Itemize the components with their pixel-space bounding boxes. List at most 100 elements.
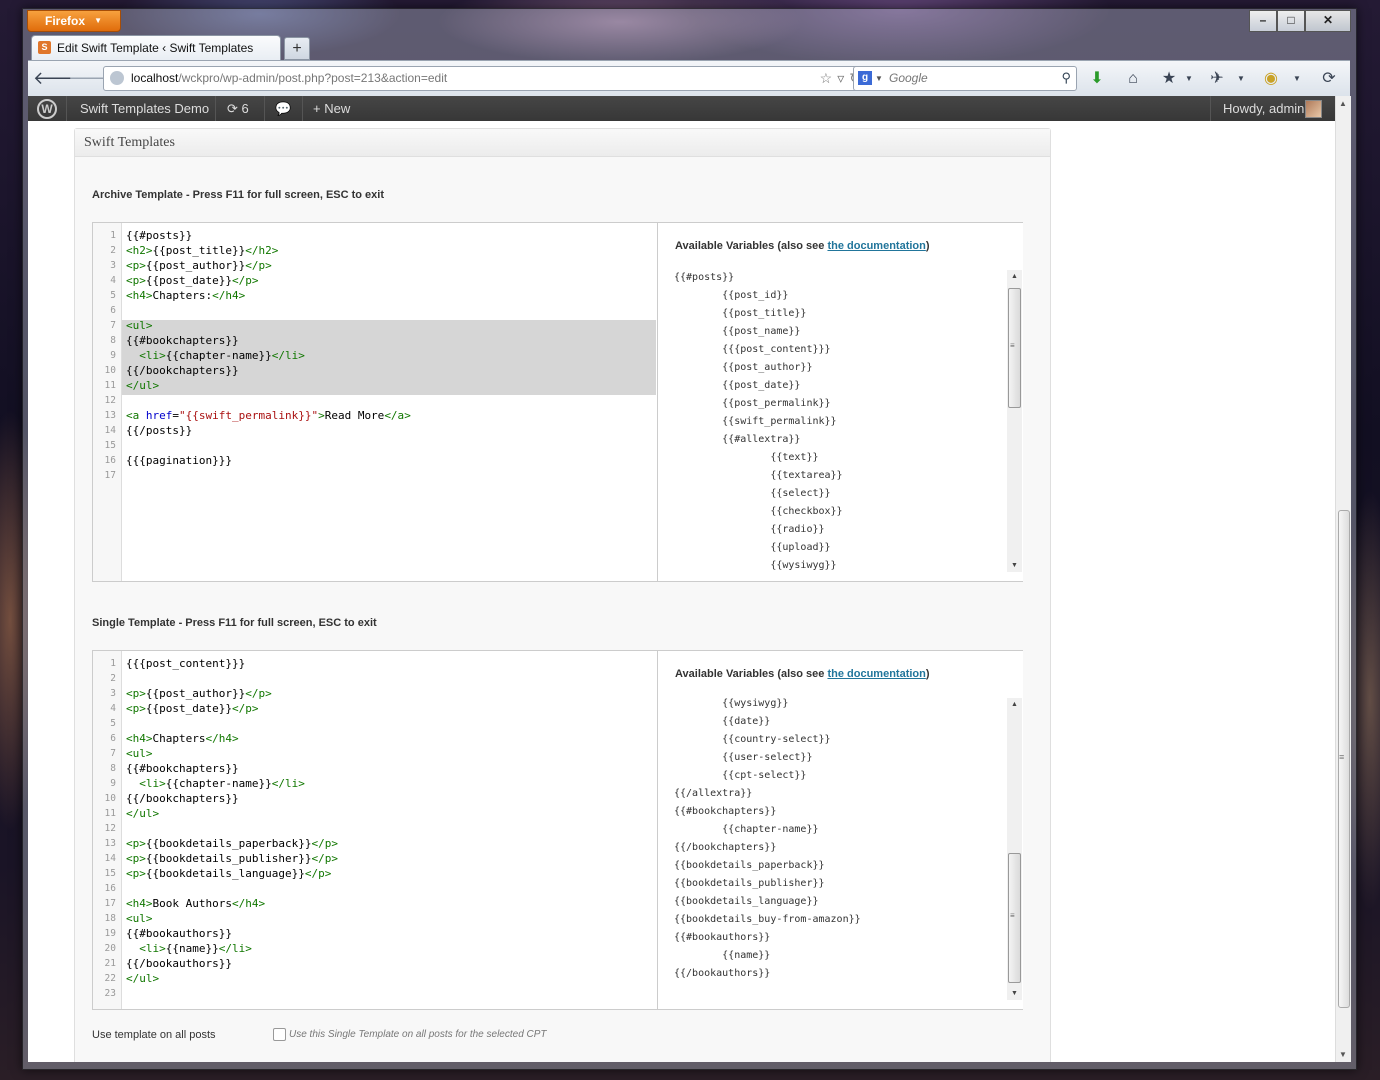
engine-dropdown-icon[interactable]: ▼ [875, 67, 883, 90]
code-line[interactable]: </ul> [126, 972, 159, 985]
page-scrollbar[interactable]: ▲ ≡ ▼ [1335, 96, 1351, 1062]
page-content: Swift Templates Archive Template - Press… [28, 121, 1335, 1062]
documentation-link[interactable]: the documentation [827, 240, 925, 252]
bookmark-star-icon[interactable]: ☆ [820, 70, 838, 86]
code-line[interactable]: {{/bookchapters}} [126, 792, 239, 805]
scroll-up-icon[interactable]: ▲ [1011, 701, 1018, 708]
variable-item: {{post_permalink}} [674, 398, 831, 409]
variable-item: {{#bookchapters}} [674, 806, 777, 817]
line-number: 15 [104, 868, 116, 879]
line-number: 4 [110, 703, 116, 714]
use-on-all-posts-checkbox[interactable] [273, 1028, 286, 1041]
line-number: 7 [110, 748, 116, 759]
close-window-button[interactable]: ✕ [1305, 10, 1351, 32]
code-line[interactable]: <p>{{bookdetails_language}}</p> [126, 867, 331, 880]
url-bar[interactable]: localhost/wckpro/wp-admin/post.php?post=… [103, 66, 873, 91]
metabox-title[interactable]: Swift Templates [75, 129, 1050, 157]
code-line[interactable]: <p>{{bookdetails_paperback}}</p> [126, 837, 338, 850]
variable-item: {{post_title}} [674, 308, 807, 319]
line-number: 2 [110, 245, 116, 256]
code-line[interactable]: <li>{{name}}</li> [126, 942, 252, 955]
code-line[interactable]: <h4>Chapters:</h4> [126, 289, 245, 302]
addon-dropdown-icon[interactable]: ▼ [1230, 69, 1252, 89]
new-tab-button[interactable]: + [284, 37, 310, 60]
code-line[interactable]: <ul> [126, 912, 153, 925]
firefox-menu-button[interactable]: Firefox ▼ [27, 10, 121, 32]
avatar[interactable] [1305, 100, 1322, 118]
search-icon[interactable]: ⚲ [1061, 67, 1071, 89]
bookmarks-dropdown-icon[interactable]: ▼ [1178, 69, 1200, 89]
code-line[interactable]: {{#bookchapters}} [126, 334, 239, 347]
documentation-link[interactable]: the documentation [827, 668, 925, 680]
use-on-all-posts-description: Use this Single Template on all posts fo… [289, 1029, 547, 1040]
line-number: 16 [104, 455, 116, 466]
line-number: 6 [110, 733, 116, 744]
comments-icon[interactable]: 💬 [275, 96, 291, 121]
bookmarks-icon[interactable]: ★ [1158, 69, 1180, 89]
code-line[interactable]: {{#posts}} [126, 229, 192, 242]
forward-icon[interactable]: 🡒 [68, 67, 116, 89]
grip-icon: ≡ [1339, 752, 1345, 762]
code-line[interactable]: <p>{{post_date}}</p> [126, 702, 258, 715]
tab-edit-swift-template[interactable]: S Edit Swift Template ‹ Swift Templates … [31, 35, 281, 61]
back-icon[interactable]: 🡐 [33, 67, 81, 89]
code-line[interactable]: {{{post_content}}} [126, 657, 245, 670]
new-content-link[interactable]: + New [313, 96, 350, 121]
code-line[interactable]: <a href="{{swift_permalink}}">Read More<… [126, 409, 411, 422]
code-line[interactable]: <ul> [126, 747, 153, 760]
addon-icon[interactable]: ✈ [1206, 69, 1228, 89]
variables-scrollbar[interactable]: ▲ ≡ ▼ [1007, 270, 1022, 572]
maximize-button[interactable]: □ [1277, 10, 1305, 32]
code-line[interactable]: {{{pagination}}} [126, 454, 232, 467]
scroll-down-icon[interactable]: ▼ [1011, 990, 1018, 997]
search-box[interactable]: g ▼ Google ⚲ [853, 66, 1077, 91]
archive-template-editor[interactable]: 1 2 3 4 5 6 7 8 9 10 11 12 13 14 15 16 17 {{#posts}} <h2>… [92, 222, 1023, 582]
site-identity-icon[interactable] [110, 71, 124, 85]
updates-link[interactable]: ⟳ 6 [227, 96, 249, 121]
extension-dropdown-icon[interactable]: ▼ [1286, 69, 1308, 89]
code-line[interactable]: <ul> [126, 319, 153, 332]
line-number: 17 [104, 898, 116, 909]
code-line[interactable]: <p>{{post_date}}</p> [126, 274, 258, 287]
scroll-down-icon[interactable]: ▼ [1339, 1050, 1347, 1059]
minimize-button[interactable]: – [1249, 10, 1277, 32]
code-line[interactable]: {{/posts}} [126, 424, 192, 437]
code-line[interactable]: <h4>Book Authors</h4> [126, 897, 265, 910]
scroll-down-icon[interactable]: ▼ [1011, 562, 1018, 569]
code-line[interactable]: <h2>{{post_title}}</h2> [126, 244, 278, 257]
code-line[interactable]: <li>{{chapter-name}}</li> [126, 349, 305, 362]
single-template-editor[interactable]: 1 2 3 4 5 6 7 8 9 10 11 12 13 14 15 16 17 18 19 20 21 22 23 {{… [92, 650, 1023, 1010]
home-icon[interactable]: ⌂ [1122, 69, 1144, 89]
code-line[interactable]: {{#bookchapters}} [126, 762, 239, 775]
code-line[interactable]: <h4>Chapters</h4> [126, 732, 239, 745]
extension-icon[interactable]: ◉ [1260, 69, 1282, 89]
history-dropdown-icon[interactable]: ▿ [837, 70, 849, 86]
variable-item: {{#allextra}} [674, 434, 801, 445]
line-number: 21 [104, 958, 116, 969]
code-line[interactable]: <p>{{bookdetails_publisher}}</p> [126, 852, 338, 865]
scroll-up-icon[interactable]: ▲ [1011, 273, 1018, 280]
variable-item: {{text}} [674, 452, 819, 463]
code-line[interactable]: <li>{{chapter-name}}</li> [126, 777, 305, 790]
scroll-up-icon[interactable]: ▲ [1339, 99, 1347, 108]
code-line[interactable]: <p>{{post_author}}</p> [126, 259, 272, 272]
line-number-gutter: 1 2 3 4 5 6 7 8 9 10 11 12 13 14 15 16 17 [93, 223, 122, 581]
line-number: 3 [110, 260, 116, 271]
code-line[interactable]: {{#bookauthors}} [126, 927, 232, 940]
line-number: 12 [104, 395, 116, 406]
google-search-engine-icon[interactable]: g [858, 71, 872, 85]
variables-scrollbar[interactable]: ▲ ≡ ▼ [1007, 698, 1022, 1000]
site-name-link[interactable]: Swift Templates Demo [80, 96, 209, 121]
wordpress-logo-icon[interactable]: W [37, 99, 57, 119]
tab-bar: S Edit Swift Template ‹ Swift Templates … [28, 34, 1350, 61]
code-line[interactable]: </ul> [126, 807, 159, 820]
code-line[interactable]: </ul> [126, 379, 159, 392]
account-menu[interactable]: Howdy, admin [1223, 96, 1304, 121]
sync-icon[interactable]: ⟳ [1318, 69, 1340, 89]
code-line[interactable]: {{/bookchapters}} [126, 364, 239, 377]
downloads-icon[interactable]: ⬇ [1086, 69, 1108, 89]
code-line[interactable]: <p>{{post_author}}</p> [126, 687, 272, 700]
code-line[interactable]: {{/bookauthors}} [126, 957, 232, 970]
grip-icon: ≡ [1010, 341, 1015, 350]
variable-item: {{{post_content}}} [674, 344, 831, 355]
